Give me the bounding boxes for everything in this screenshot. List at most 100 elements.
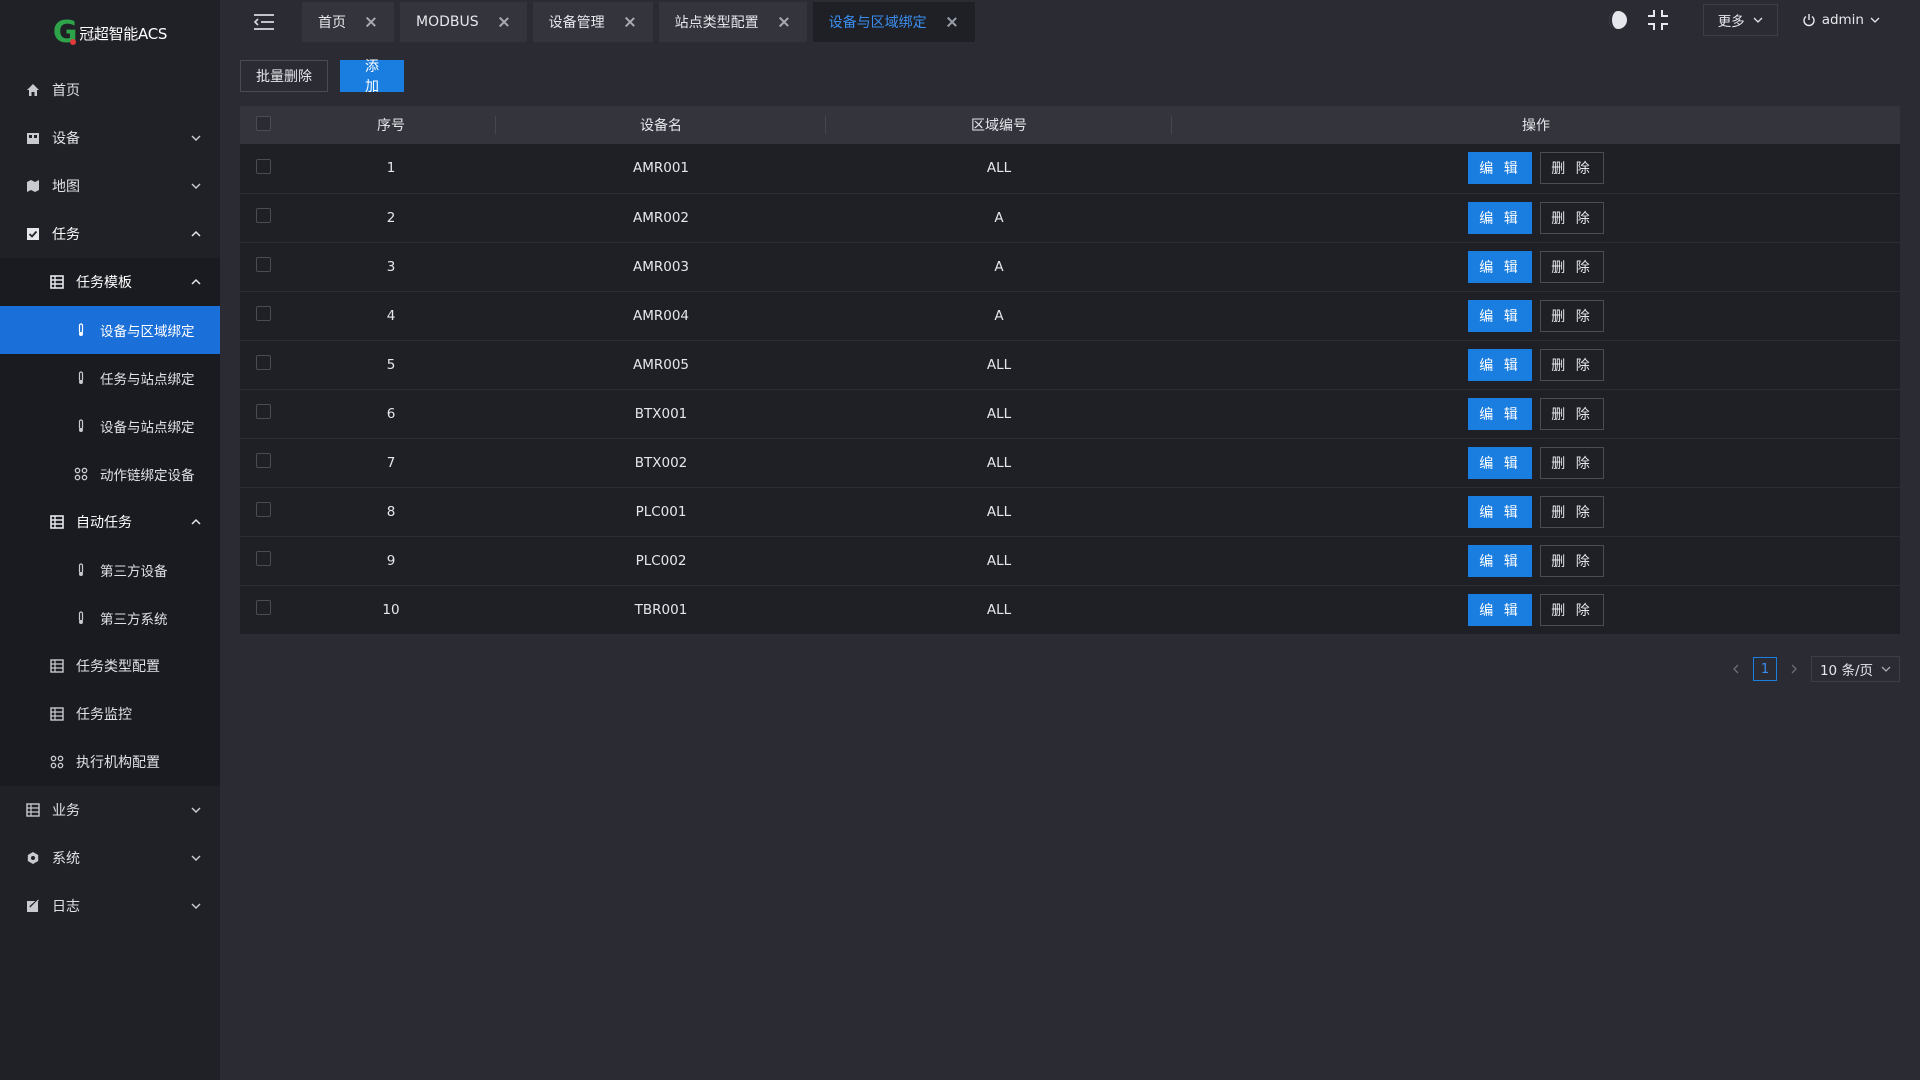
- tab-station-type-config[interactable]: 站点类型配置: [658, 2, 807, 42]
- close-icon[interactable]: [779, 17, 789, 27]
- row-checkbox[interactable]: [255, 158, 271, 174]
- row-checkbox[interactable]: [255, 502, 271, 517]
- power-icon: [1803, 14, 1815, 27]
- cell-index: 8: [386, 503, 396, 520]
- close-icon[interactable]: [625, 17, 635, 27]
- row-checkbox[interactable]: [255, 453, 271, 468]
- row-checkbox[interactable]: [255, 208, 271, 223]
- sidebar-item-task[interactable]: 任务: [0, 210, 220, 258]
- row-checkbox[interactable]: [255, 600, 271, 615]
- delete-button[interactable]: 删 除: [1540, 152, 1604, 185]
- cell-area-code: ALL: [986, 160, 1012, 177]
- cell-index: 1: [386, 160, 396, 177]
- exit-fullscreen-icon[interactable]: [1647, 9, 1669, 31]
- close-icon[interactable]: [366, 17, 376, 27]
- edit-button[interactable]: 编 辑: [1468, 152, 1532, 185]
- sidebar-item-log[interactable]: 日志: [0, 882, 220, 930]
- tab-device-area-binding[interactable]: 设备与区域绑定: [812, 2, 975, 42]
- sidebar-item-home[interactable]: 首页: [0, 66, 220, 114]
- cell-area-code: A: [994, 258, 1004, 275]
- tab-device-management[interactable]: 设备管理: [532, 2, 653, 42]
- page-size-select[interactable]: 10 条/页: [1810, 656, 1900, 682]
- cell-index: 10: [382, 601, 400, 618]
- column-header-area-code: 区域编号: [826, 106, 1172, 144]
- edit-button[interactable]: 编 辑: [1468, 593, 1532, 626]
- log-icon: [24, 897, 42, 915]
- close-icon[interactable]: [499, 17, 509, 27]
- add-button[interactable]: 添 加: [340, 59, 404, 95]
- sidebar-item-business[interactable]: 业务: [0, 786, 220, 834]
- sidebar-item-device-station-binding[interactable]: 设备与站点绑定: [0, 402, 220, 450]
- sidebar-item-third-party-system[interactable]: 第三方系统: [0, 594, 220, 642]
- next-page-icon[interactable]: [1787, 662, 1801, 676]
- chevron-down-icon: [1753, 17, 1763, 23]
- sidebar-item-map[interactable]: 地图: [0, 162, 220, 210]
- edit-button[interactable]: 编 辑: [1468, 201, 1532, 234]
- page-size-label: 10 条/页: [1819, 663, 1873, 679]
- row-select-cell: [240, 193, 286, 242]
- sidebar-item-system[interactable]: 系统: [0, 834, 220, 882]
- menu-fold-icon[interactable]: [252, 10, 276, 34]
- tab-label: 设备与区域绑定: [828, 15, 927, 31]
- sidebar-item-task-type-config[interactable]: 任务类型配置: [0, 642, 220, 690]
- row-select-cell: [240, 536, 286, 585]
- edit-button[interactable]: 编 辑: [1468, 299, 1532, 332]
- prev-page-icon[interactable]: [1729, 662, 1743, 676]
- row-checkbox[interactable]: [255, 355, 271, 370]
- sidebar-item-label: 自动任务: [76, 515, 132, 531]
- sidebar-item-actuator-config[interactable]: 执行机构配置: [0, 738, 220, 786]
- delete-button[interactable]: 删 除: [1540, 201, 1604, 234]
- select-all-checkbox[interactable]: [255, 115, 271, 131]
- row-select-cell: [240, 291, 286, 340]
- edit-button[interactable]: 编 辑: [1468, 495, 1532, 528]
- row-checkbox[interactable]: [255, 404, 271, 419]
- chevron-down-icon: [1881, 666, 1891, 672]
- cell-area-code: ALL: [986, 552, 1012, 569]
- theme-toggle-icon[interactable]: [1607, 9, 1629, 31]
- sidebar-item-label: 系统: [52, 851, 80, 867]
- thermometer-icon: [72, 369, 90, 387]
- batch-delete-button[interactable]: 批量删除: [240, 60, 328, 92]
- delete-button[interactable]: 删 除: [1540, 397, 1604, 430]
- sidebar-item-auto-task[interactable]: 自动任务: [0, 498, 220, 546]
- sidebar-item-task-station-binding[interactable]: 任务与站点绑定: [0, 354, 220, 402]
- edit-button[interactable]: 编 辑: [1468, 544, 1532, 577]
- more-dropdown[interactable]: 更多: [1702, 4, 1778, 36]
- row-checkbox[interactable]: [255, 306, 271, 321]
- page-number-current[interactable]: 1: [1752, 657, 1777, 681]
- table-row: 6 BTX001 ALL 编 辑删 除: [240, 389, 1900, 438]
- user-menu[interactable]: admin: [1802, 12, 1880, 28]
- sidebar-item-task-monitor[interactable]: 任务监控: [0, 690, 220, 738]
- sidebar-item-label: 任务模板: [76, 275, 132, 291]
- edit-button[interactable]: 编 辑: [1468, 397, 1532, 430]
- delete-button[interactable]: 删 除: [1540, 593, 1604, 626]
- cell-index: 3: [386, 258, 396, 275]
- delete-button[interactable]: 删 除: [1540, 544, 1604, 577]
- tab-modbus[interactable]: MODBUS: [400, 2, 527, 42]
- sidebar-item-action-chain-binding[interactable]: 动作链绑定设备: [0, 450, 220, 498]
- tab-home[interactable]: 首页: [302, 2, 394, 42]
- delete-button[interactable]: 删 除: [1540, 446, 1604, 479]
- cell-area-code: ALL: [986, 601, 1012, 618]
- row-select-cell: [240, 585, 286, 634]
- toolbar: 批量删除 添 加: [240, 59, 404, 95]
- sidebar-item-device-area-binding[interactable]: 设备与区域绑定: [0, 306, 220, 354]
- sidebar-item-third-party-device[interactable]: 第三方设备: [0, 546, 220, 594]
- row-checkbox[interactable]: [255, 551, 271, 566]
- edit-button[interactable]: 编 辑: [1468, 446, 1532, 479]
- delete-button[interactable]: 删 除: [1540, 299, 1604, 332]
- edit-button[interactable]: 编 辑: [1468, 250, 1532, 283]
- delete-button[interactable]: 删 除: [1540, 348, 1604, 381]
- cell-area-code: ALL: [986, 356, 1012, 373]
- row-checkbox[interactable]: [255, 257, 271, 272]
- edit-button[interactable]: 编 辑: [1468, 348, 1532, 381]
- sidebar-item-label: 执行机构配置: [76, 755, 160, 771]
- sidebar-item-device[interactable]: 设备: [0, 114, 220, 162]
- delete-button[interactable]: 删 除: [1540, 495, 1604, 528]
- tab-label: 首页: [318, 15, 346, 31]
- close-icon[interactable]: [947, 17, 957, 27]
- delete-button[interactable]: 删 除: [1540, 250, 1604, 283]
- row-actions: 编 辑删 除: [1172, 446, 1900, 479]
- cell-device-name: AMR003: [632, 258, 690, 275]
- sidebar-item-task-template[interactable]: 任务模板: [0, 258, 220, 306]
